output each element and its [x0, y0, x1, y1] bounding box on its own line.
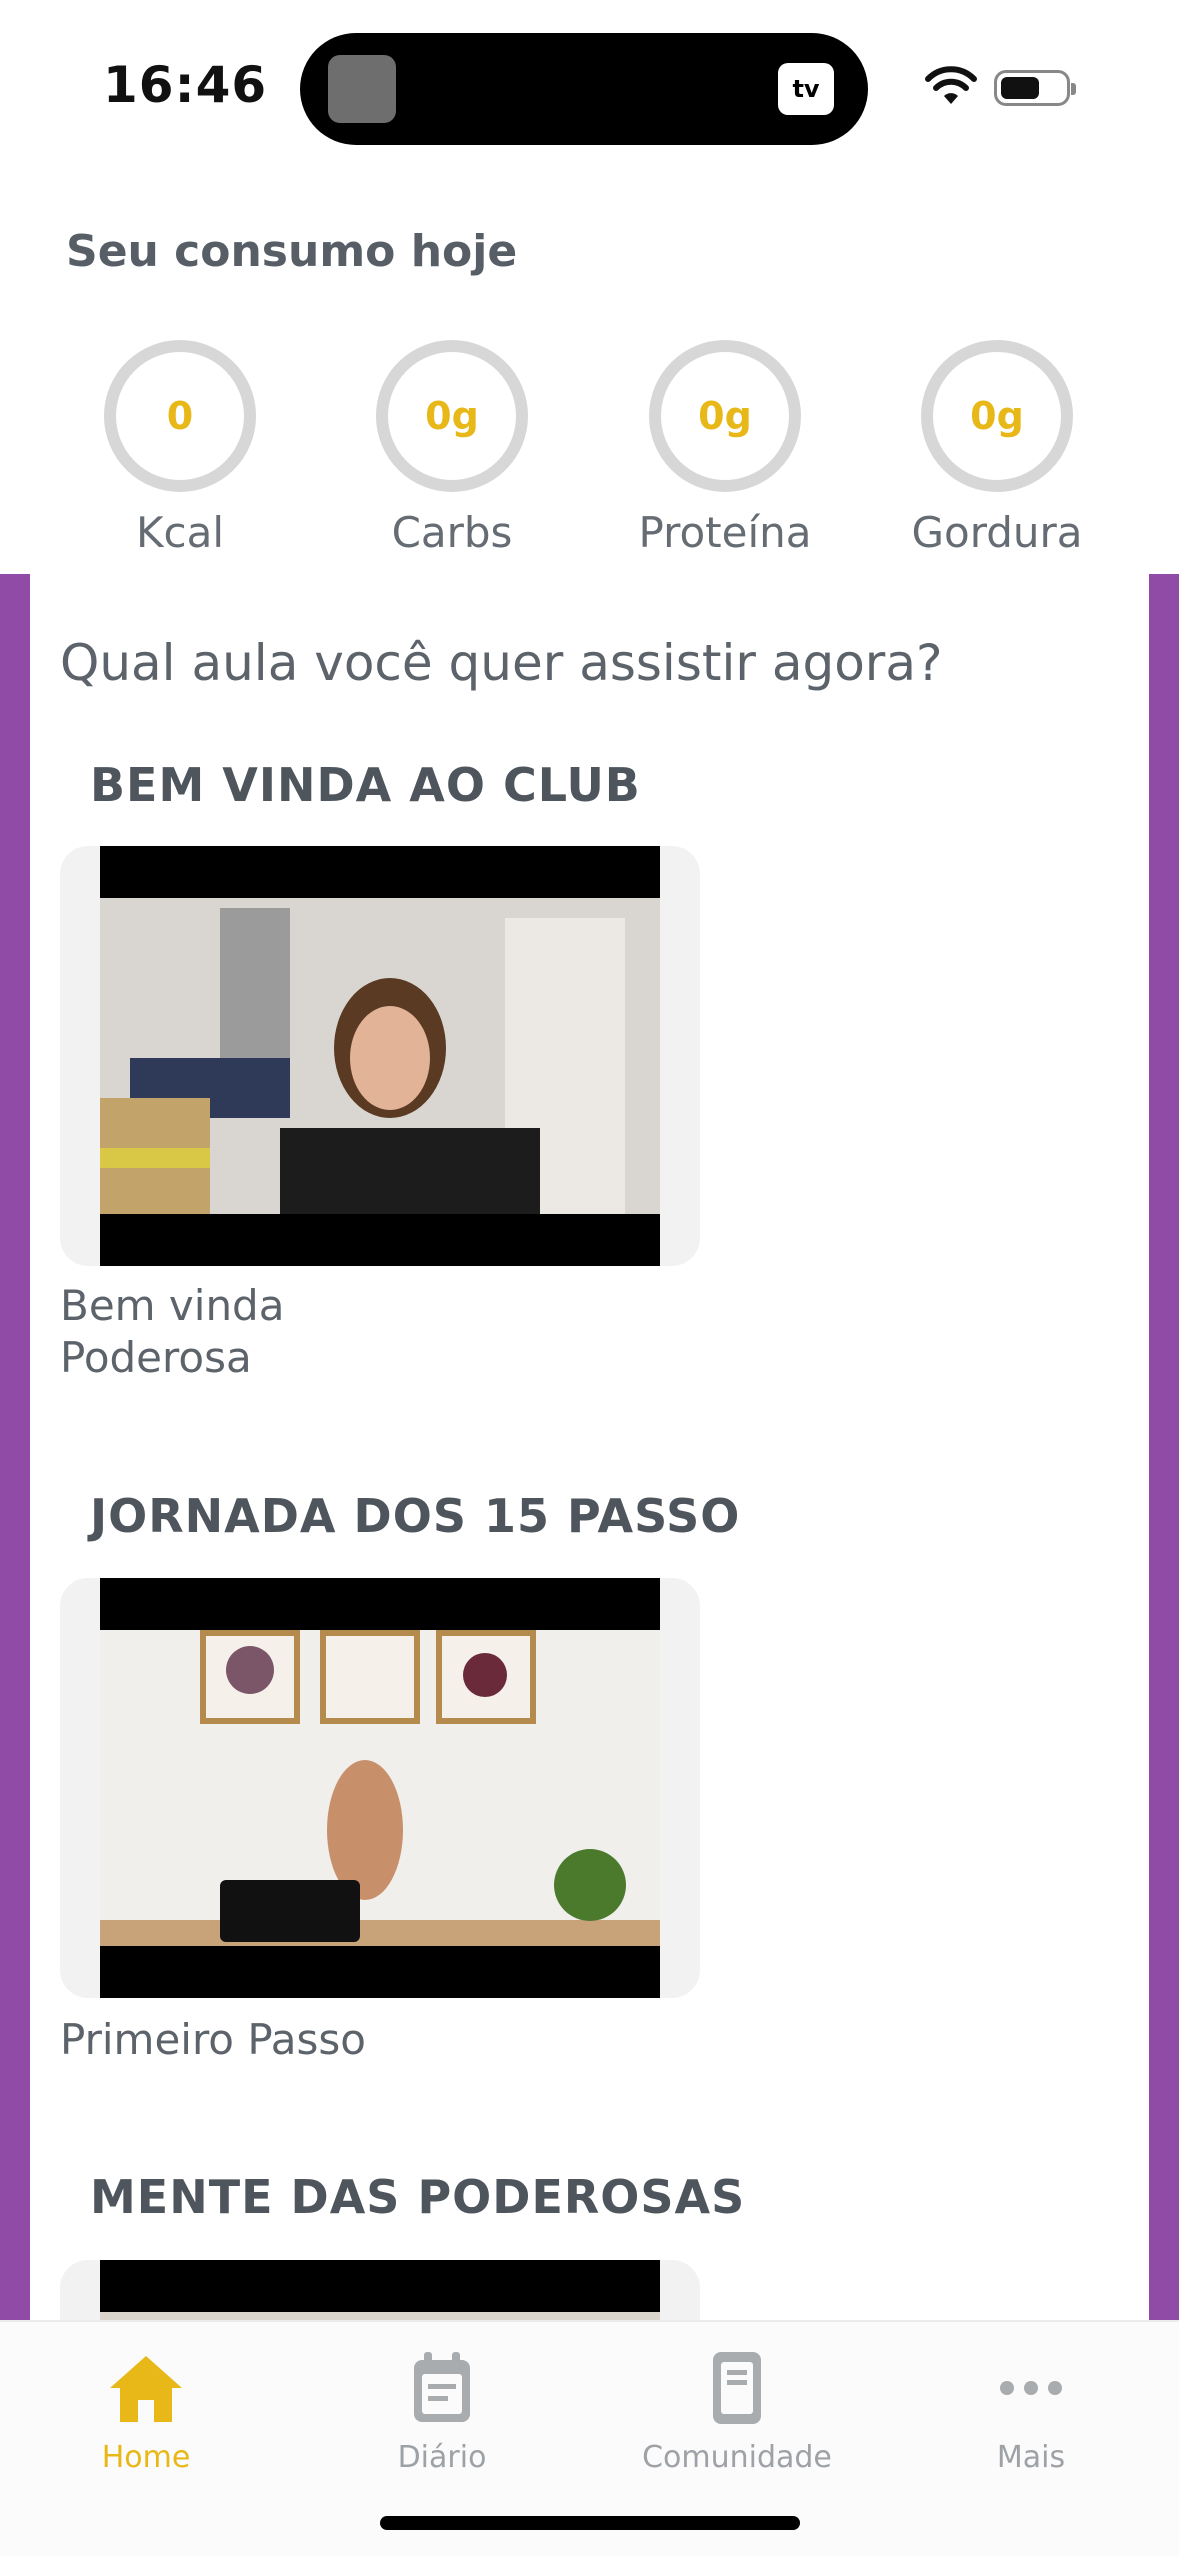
status-time: 16:46	[103, 56, 268, 114]
video-caption[interactable]: Primeiro Passo	[60, 2014, 366, 2066]
macro-gordura: 0g Gordura	[877, 340, 1117, 557]
macro-kcal: 0 Kcal	[60, 340, 300, 557]
caption-line: Bem vinda	[60, 1281, 285, 1330]
tab-label: Diário	[397, 2440, 487, 2475]
progress-ring: 0g	[649, 340, 801, 492]
lessons-scroll-area[interactable]: Qual aula você quer assistir agora? BEM …	[30, 574, 1149, 2320]
lessons-question: Qual aula você quer assistir agora?	[60, 634, 943, 692]
caption-line: Primeiro Passo	[60, 2015, 366, 2064]
section-title: BEM VINDA AO CLUB	[90, 758, 641, 812]
video-card-mente[interactable]	[60, 2260, 700, 2320]
battery-icon	[994, 70, 1076, 106]
video-caption[interactable]: Bem vinda Poderosa	[60, 1280, 284, 1384]
more-icon	[1000, 2381, 1062, 2395]
progress-ring: 0	[104, 340, 256, 492]
video-frame-desk	[100, 1630, 660, 1946]
home-indicator[interactable]	[380, 2516, 800, 2530]
video-frame-partial	[100, 2312, 660, 2320]
wifi-icon	[925, 66, 977, 104]
right-purple-border	[1149, 574, 1179, 2320]
tab-diario[interactable]: Diário	[322, 2348, 562, 2475]
section-title: JORNADA DOS 15 PASSO	[90, 1489, 741, 1543]
macro-value: 0	[166, 394, 194, 438]
community-icon	[713, 2352, 761, 2424]
video-thumbnail	[100, 1578, 660, 1998]
macro-label: Carbs	[391, 508, 513, 557]
home-icon	[110, 2356, 182, 2422]
consumption-title: Seu consumo hoje	[66, 226, 518, 277]
status-bar: 16:46 tv	[0, 0, 1179, 170]
apple-tv-label: tv	[792, 75, 820, 103]
diary-icon	[414, 2352, 470, 2422]
macro-label: Gordura	[911, 508, 1083, 557]
tab-home[interactable]: Home	[26, 2348, 266, 2475]
macro-proteina: 0g Proteína	[605, 340, 845, 557]
video-frame-room	[100, 898, 660, 1214]
macro-label: Proteína	[638, 508, 812, 557]
now-playing-thumbnail	[328, 55, 396, 123]
apple-tv-icon: tv	[778, 63, 834, 115]
video-card-primeiro-passo[interactable]	[60, 1578, 700, 1998]
dynamic-island: tv	[300, 33, 868, 145]
tab-mais[interactable]: Mais	[911, 2348, 1151, 2475]
video-thumbnail	[100, 2260, 660, 2320]
macro-value: 0g	[698, 394, 752, 438]
macro-carbs: 0g Carbs	[332, 340, 572, 557]
video-card-bem-vinda[interactable]	[60, 846, 700, 1266]
video-thumbnail	[100, 846, 660, 1266]
macro-value: 0g	[970, 394, 1024, 438]
left-purple-border	[0, 574, 30, 2320]
tab-label: Comunidade	[642, 2440, 832, 2475]
progress-ring: 0g	[921, 340, 1073, 492]
tab-comunidade[interactable]: Comunidade	[617, 2348, 857, 2475]
progress-ring: 0g	[376, 340, 528, 492]
tab-label: Mais	[996, 2440, 1066, 2475]
macro-label: Kcal	[135, 508, 225, 557]
caption-line: Poderosa	[60, 1333, 252, 1382]
macro-value: 0g	[425, 394, 479, 438]
tab-label: Home	[101, 2440, 191, 2475]
section-title: MENTE DAS PODEROSAS	[90, 2170, 746, 2224]
